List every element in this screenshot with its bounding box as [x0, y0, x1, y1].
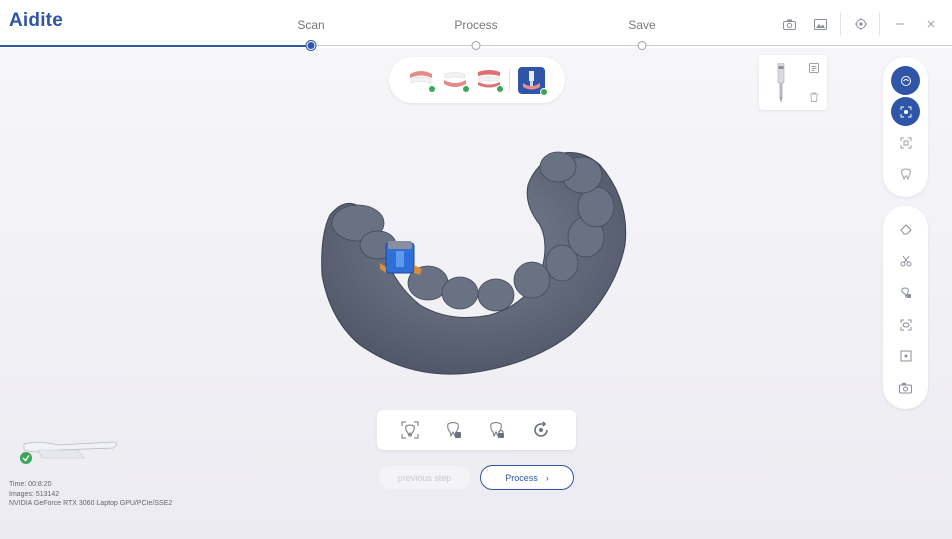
implant-scan-icon[interactable]	[518, 67, 548, 96]
check-icon	[496, 85, 504, 93]
scan-time: Time: 00:8:20	[9, 481, 52, 488]
check-icon	[540, 88, 548, 96]
fit-view-icon[interactable]	[399, 419, 421, 441]
progress-track-active	[0, 45, 311, 47]
camera-icon[interactable]	[780, 15, 798, 33]
scanner-device-icon	[20, 441, 118, 464]
scan-area-icon[interactable]	[891, 97, 920, 126]
image-count: Images: 513142	[9, 490, 60, 498]
edit-icon[interactable]	[809, 63, 819, 73]
step-scan-dot[interactable]	[306, 41, 316, 50]
process-button[interactable]: Process ›	[480, 465, 574, 490]
view-icon[interactable]	[891, 310, 920, 339]
close-icon[interactable]	[922, 15, 940, 33]
step-save-dot[interactable]	[637, 41, 647, 50]
step-save-label[interactable]: Save	[628, 18, 655, 32]
tooth-lock-icon[interactable]	[891, 278, 920, 307]
step-process-label[interactable]: Process	[454, 18, 497, 32]
snapshot-icon[interactable]	[891, 373, 920, 402]
chevron-right-icon: ›	[545, 472, 549, 483]
delete-icon[interactable]	[809, 92, 819, 102]
settings-icon[interactable]	[852, 15, 870, 33]
eraser-icon[interactable]	[891, 214, 920, 243]
reset-view-icon[interactable]	[530, 419, 552, 441]
scan-mode-icon[interactable]	[891, 66, 920, 95]
lower-jaw-icon[interactable]	[442, 68, 470, 93]
check-icon	[462, 85, 470, 93]
upper-jaw-icon[interactable]	[408, 68, 436, 93]
check-icon	[428, 85, 436, 93]
focus-icon[interactable]	[891, 341, 920, 370]
minimize-icon[interactable]	[891, 15, 909, 33]
scan-mode-panel	[883, 57, 928, 197]
app-logo: Aidite	[9, 10, 63, 31]
implant-card[interactable]	[759, 55, 827, 110]
previous-step-button[interactable]: previous step	[378, 465, 471, 490]
edit-tools-panel	[883, 206, 928, 409]
scan-body-marker	[380, 241, 422, 275]
scan-status: Time: 00:8:20 Images: 513142 NVIDIA GeFo…	[9, 480, 172, 509]
scissors-icon[interactable]	[891, 246, 920, 275]
image-icon[interactable]	[811, 15, 829, 33]
view-tools-bar	[377, 410, 576, 450]
process-button-label: Process	[505, 472, 538, 483]
scan-type-selector	[389, 57, 565, 103]
tooth-add-icon[interactable]	[443, 419, 465, 441]
scan-body-icon	[777, 63, 785, 103]
toolbar-divider	[879, 12, 880, 36]
gpu-info: NVIDIA GeForce RTX 3060 Laptop GPU/PCIe/…	[9, 500, 173, 507]
tooth-scan-icon[interactable]	[891, 159, 920, 188]
step-process-dot[interactable]	[471, 41, 481, 50]
dental-scan-model[interactable]	[300, 145, 640, 390]
step-scan-label[interactable]: Scan	[297, 18, 324, 32]
toolbar-divider	[840, 12, 841, 36]
region-scan-icon[interactable]	[891, 128, 920, 157]
bite-icon[interactable]	[476, 68, 504, 93]
tooth-lock-icon[interactable]	[486, 419, 508, 441]
scan-type-divider	[509, 69, 510, 91]
